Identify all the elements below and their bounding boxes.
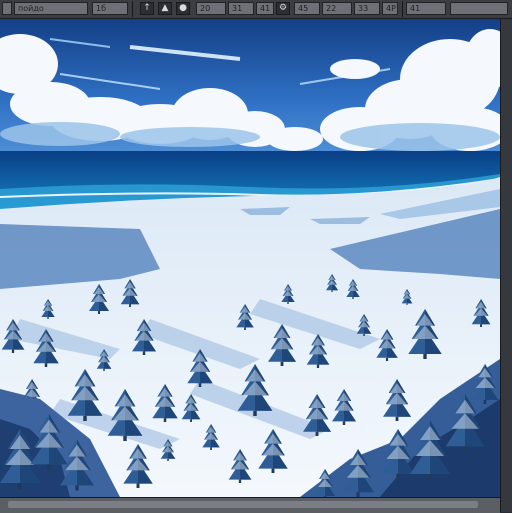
value-field-9[interactable] [450,2,508,15]
value-field-2[interactable]: 31 [228,2,254,15]
toolbar-divider [132,1,133,17]
scroll-thumb[interactable] [8,501,478,508]
value-field-1[interactable]: 20 [196,2,226,15]
bottom-scrollbar[interactable] [0,497,500,513]
value-field-3[interactable]: 41 [256,2,274,15]
side-panel [500,19,512,512]
lamp-icon[interactable]: ▲ [158,2,172,15]
settings-icon[interactable]: ⚙ [276,2,290,15]
pointer-icon[interactable]: ↑ [140,2,154,15]
circle-icon[interactable]: ● [176,2,190,15]
top-toolbar: пойдо 1б ↑ ▲ ● 20 31 41 ⚙ 45 22 33 4Р 41 [0,0,512,19]
value-field-6[interactable]: 33 [354,2,380,15]
page-field[interactable]: 1б [92,2,128,15]
menu-field[interactable] [2,2,12,15]
artwork-canvas[interactable] [0,19,500,497]
value-field-5[interactable]: 22 [322,2,352,15]
value-field-4[interactable]: 45 [294,2,320,15]
value-field-7[interactable]: 4Р [382,2,398,15]
winter-landscape-image [0,19,500,497]
search-input[interactable]: пойдо [14,2,88,15]
toolbar-divider-2 [402,1,403,17]
value-field-8[interactable]: 41 [406,2,446,15]
